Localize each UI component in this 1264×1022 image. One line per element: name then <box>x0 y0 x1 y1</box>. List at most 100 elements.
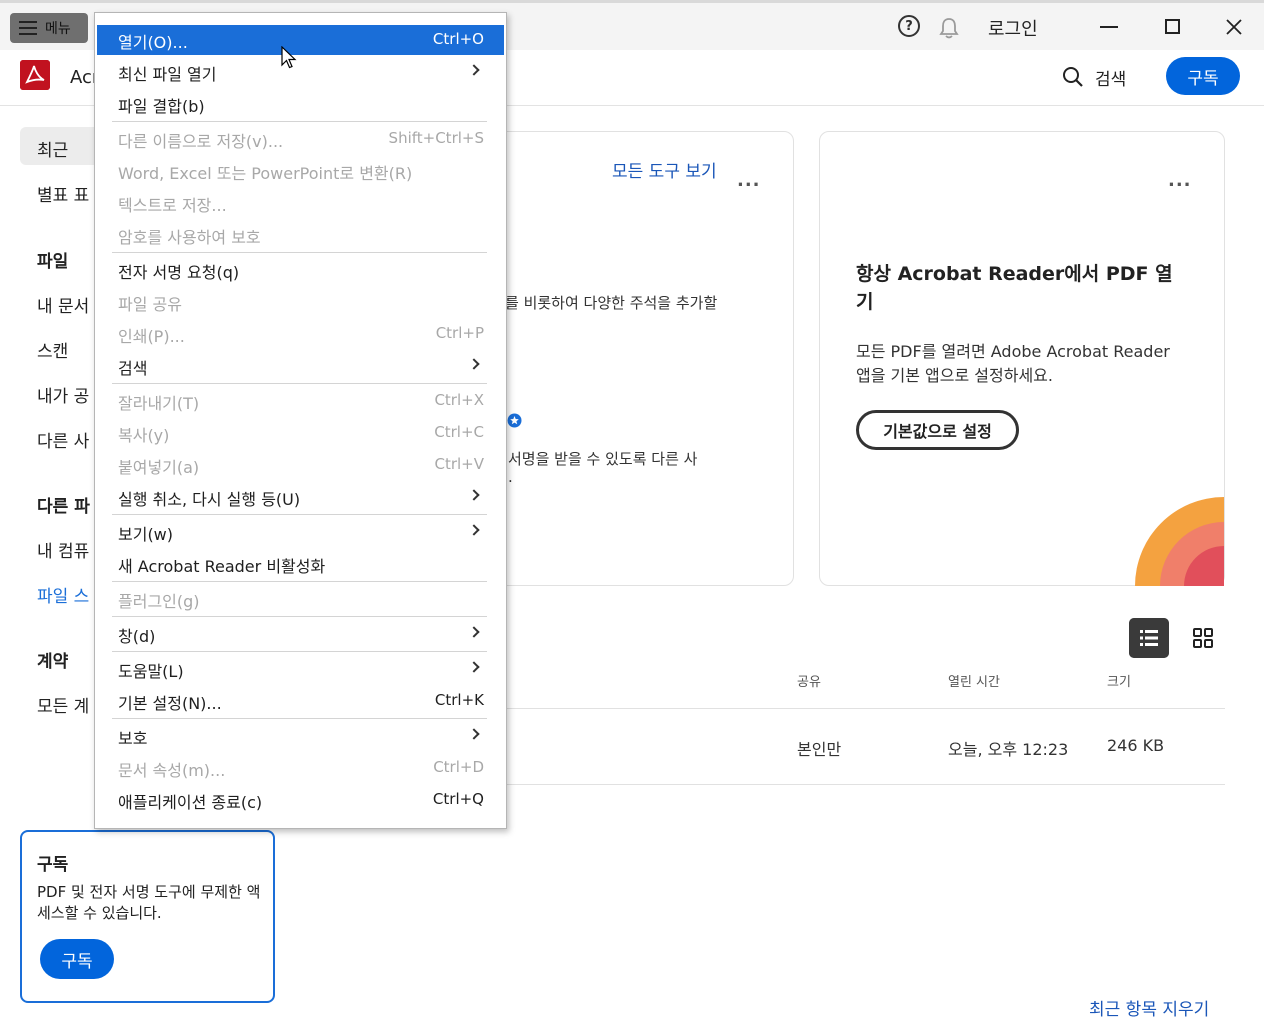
menu-separator <box>112 651 487 652</box>
menu-separator <box>112 616 487 617</box>
more-options-icon[interactable]: ... <box>1168 170 1192 191</box>
menu-item-shortcut: Ctrl+V <box>434 455 484 473</box>
menu-item-shortcut: Ctrl+D <box>433 758 484 776</box>
row-shared: 본인만 <box>797 740 842 759</box>
menu-item-label: 플러그인(g) <box>118 592 200 611</box>
menu-item-cut[interactable]: 잘라내기(T) Ctrl+X <box>97 386 504 416</box>
sidebar-heading-agreements: 계약 <box>37 652 69 672</box>
menu-item-exit[interactable]: 애플리케이션 종료(c) Ctrl+Q <box>97 785 504 815</box>
menu-item-window[interactable]: 창(d) <box>97 619 504 649</box>
menu-item-plugins[interactable]: 플러그인(g) <box>97 584 504 614</box>
maximize-icon[interactable] <box>1165 19 1180 34</box>
menu-item-recent-files[interactable]: 최신 파일 열기 <box>97 57 504 87</box>
bell-icon[interactable] <box>938 16 960 40</box>
column-header-shared[interactable]: 공유 <box>797 671 821 690</box>
search-label[interactable]: 검색 <box>1095 65 1126 90</box>
menu-item-protect-password[interactable]: 암호를 사용하여 보호 <box>97 220 504 250</box>
menu-item-label: 열기(O)... <box>118 33 188 52</box>
close-icon[interactable] <box>1224 17 1244 37</box>
minimize-icon[interactable] <box>1100 26 1118 28</box>
menu-item-save-as-text[interactable]: 텍스트로 저장... <box>97 188 504 218</box>
login-button[interactable]: 로그인 <box>988 15 1038 41</box>
sidebar-item-file-storage[interactable]: 파일 스 <box>37 582 89 607</box>
menu-item-preferences[interactable]: 기본 설정(N)... Ctrl+K <box>97 686 504 716</box>
all-tools-link[interactable]: 모든 도구 보기 <box>612 157 717 182</box>
sidebar-item-shared-by-others[interactable]: 다른 사 <box>37 427 89 452</box>
menu-item-label: 검색 <box>118 359 148 378</box>
menu-item-label: 복사(y) <box>118 426 170 445</box>
chevron-right-icon <box>468 626 480 638</box>
menu-button[interactable]: 메뉴 <box>10 13 88 43</box>
mouse-cursor-icon <box>281 46 297 69</box>
menu-item-disable-new-reader[interactable]: 새 Acrobat Reader 비활성화 <box>97 549 504 579</box>
menu-item-convert[interactable]: Word, Excel 또는 PowerPoint로 변환(R) <box>97 156 504 186</box>
subscribe-button[interactable]: 구독 <box>1166 57 1240 95</box>
sidebar-item-my-documents[interactable]: 내 문서 <box>37 292 89 317</box>
menu-item-save-as[interactable]: 다른 이름으로 저장(v)... Shift+Ctrl+S <box>97 124 504 154</box>
subscribe-card-title: 구독 <box>37 855 69 875</box>
more-options-icon[interactable]: ... <box>737 170 761 191</box>
sidebar-item-scans[interactable]: 스캔 <box>37 337 68 362</box>
menu-item-label: 다른 이름으로 저장(v)... <box>118 132 284 151</box>
menu-item-search[interactable]: 검색 <box>97 351 504 381</box>
menu-separator <box>112 581 487 582</box>
menu-item-open[interactable]: 열기(O)... Ctrl+O <box>97 25 504 55</box>
sidebar-item-all-agreements[interactable]: 모든 계 <box>37 692 89 717</box>
menu-item-shortcut: Ctrl+P <box>435 324 484 342</box>
card-title: 항상 Acrobat Reader에서 PDF 열기 <box>856 263 1173 313</box>
menu-item-print[interactable]: 인쇄(P)... Ctrl+P <box>97 319 504 349</box>
decorative-arcs-icon <box>1135 497 1224 586</box>
menu-item-label: 창(d) <box>118 627 156 646</box>
chevron-right-icon <box>468 358 480 370</box>
menu-item-protect[interactable]: 보호 <box>97 721 504 751</box>
menu-separator <box>112 252 487 253</box>
clear-recent-link[interactable]: 최근 항목 지우기 <box>1089 995 1209 1020</box>
search-icon[interactable] <box>1062 66 1084 88</box>
sidebar-item-recent[interactable]: 최근 <box>37 136 68 161</box>
menu-item-label: 기본 설정(N)... <box>118 694 222 713</box>
set-default-button[interactable]: 기본값으로 설정 <box>856 410 1019 450</box>
menu-item-shortcut: Shift+Ctrl+S <box>388 129 484 147</box>
card-body: 모든 PDF를 열려면 Adobe Acrobat Reader 앱을 기본 앱… <box>856 342 1170 385</box>
hamburger-icon <box>19 21 37 35</box>
menu-item-combine-files[interactable]: 파일 결합(b) <box>97 89 504 119</box>
divider <box>470 708 1225 709</box>
sidebar-item-starred[interactable]: 별표 표 <box>37 181 89 206</box>
sidebar-item-my-computer[interactable]: 내 컴퓨 <box>37 537 89 562</box>
menu-item-paste[interactable]: 붙여넣기(a) Ctrl+V <box>97 450 504 480</box>
help-icon[interactable]: ? <box>898 15 920 37</box>
row-size: 246 KB <box>1107 736 1165 755</box>
column-header-opened[interactable]: 열린 시간 <box>948 671 1000 690</box>
menu-item-request-esign[interactable]: 전자 서명 요청(q) <box>97 255 504 285</box>
grid-view-icon[interactable] <box>1193 628 1213 648</box>
menu-item-shortcut: Ctrl+O <box>432 30 484 48</box>
menu-item-label: 새 Acrobat Reader 비활성화 <box>118 557 326 576</box>
menu-item-view[interactable]: 보기(w) <box>97 517 504 547</box>
tools-card <box>470 131 794 586</box>
menu-separator <box>112 121 487 122</box>
card-text: . <box>508 468 513 486</box>
menu-item-label: 전자 서명 요청(q) <box>118 263 240 282</box>
menu-item-undo-redo[interactable]: 실행 취소, 다시 실행 등(U) <box>97 482 504 512</box>
menu-item-label: 최신 파일 열기 <box>118 65 217 84</box>
sidebar-item-shared-by-me[interactable]: 내가 공 <box>37 382 89 407</box>
menu-separator <box>112 514 487 515</box>
menu-item-share-file[interactable]: 파일 공유 <box>97 287 504 317</box>
menu-item-label: 문서 속성(m)... <box>118 761 226 780</box>
menu-item-label: 도움말(L) <box>118 662 184 681</box>
sidebar-heading-files: 파일 <box>37 252 69 272</box>
menu-item-label: 잘라내기(T) <box>118 394 200 413</box>
menu-item-label: 파일 결합(b) <box>118 97 205 116</box>
menu-item-copy[interactable]: 복사(y) Ctrl+C <box>97 418 504 448</box>
menu-item-document-properties[interactable]: 문서 속성(m)... Ctrl+D <box>97 753 504 783</box>
menu-separator <box>112 383 487 384</box>
chevron-right-icon <box>468 489 480 501</box>
menu-item-label: 인쇄(P)... <box>118 327 185 346</box>
divider <box>470 784 1225 785</box>
menu-separator <box>112 718 487 719</box>
menu-item-label: 보호 <box>118 729 148 748</box>
column-header-size[interactable]: 크기 <box>1107 671 1131 690</box>
subscribe-card-button[interactable]: 구독 <box>40 939 114 979</box>
menu-item-help[interactable]: 도움말(L) <box>97 654 504 684</box>
list-view-icon[interactable] <box>1129 618 1169 658</box>
